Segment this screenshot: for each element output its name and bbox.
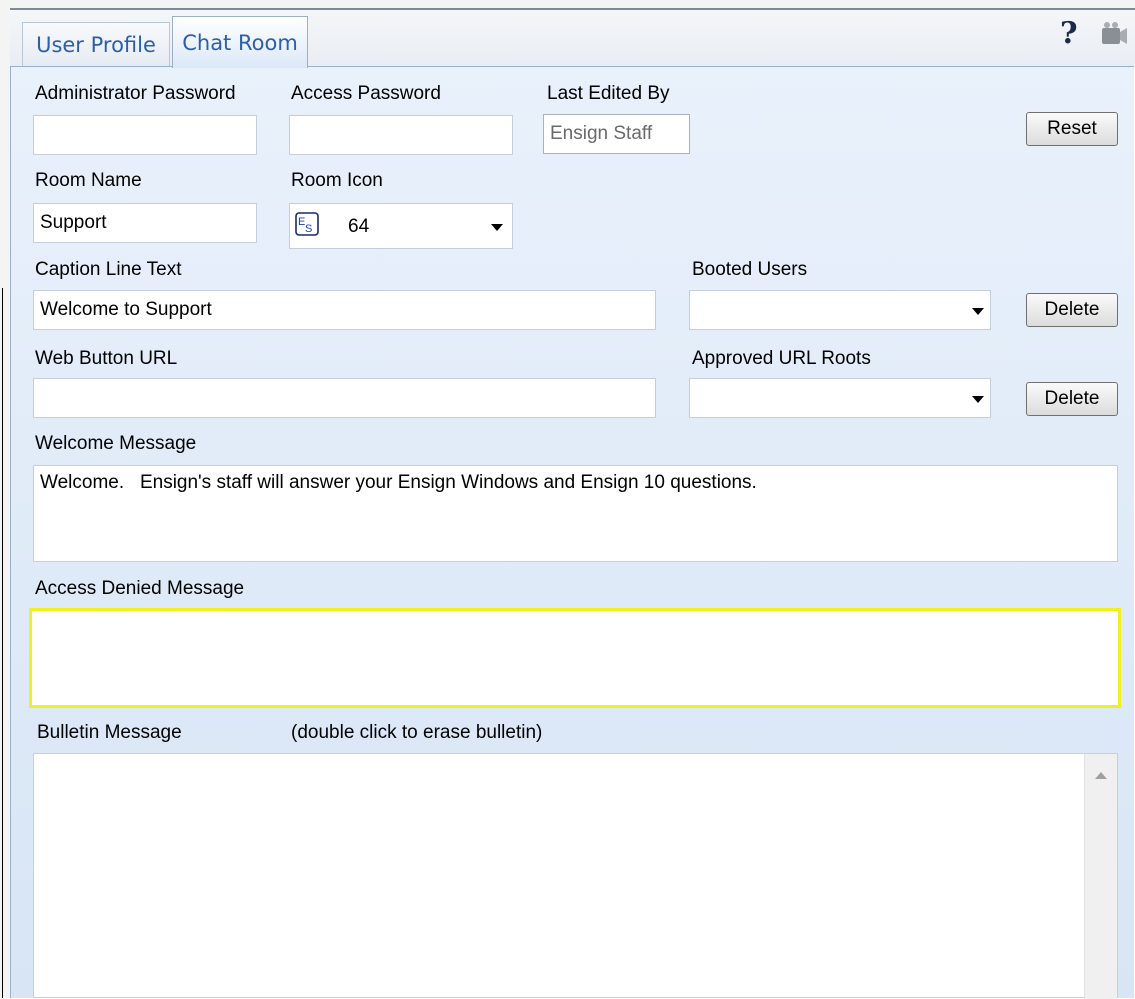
caption-line-field[interactable]: Welcome to Support [33, 290, 656, 330]
web-button-url-label: Web Button URL [35, 348, 178, 369]
window-frame-top [0, 0, 1135, 10]
chevron-down-icon [972, 396, 984, 403]
bulletin-message-textarea[interactable] [33, 753, 1118, 999]
last-edited-by-label: Last Edited By [547, 83, 670, 104]
tab-chat-room[interactable]: Chat Room [172, 16, 308, 68]
access-denied-message-textarea[interactable] [29, 608, 1121, 708]
access-password-field[interactable] [289, 115, 513, 155]
window-frame-left [0, 8, 10, 998]
svg-text:S: S [305, 223, 312, 235]
es-logo-icon: E S [295, 212, 319, 236]
tab-user-profile[interactable]: User Profile [22, 22, 170, 66]
access-denied-message-label: Access Denied Message [35, 578, 245, 599]
room-icon-value: 64 [348, 216, 370, 237]
bulletin-scrollbar[interactable] [1084, 754, 1117, 999]
caption-line-label: Caption Line Text [35, 259, 182, 280]
delete-url-root-button[interactable]: Delete [1026, 382, 1118, 416]
room-icon-label: Room Icon [291, 170, 383, 191]
welcome-message-textarea[interactable]: Welcome. Ensign's staff will answer your… [33, 465, 1118, 562]
web-button-url-field[interactable] [33, 378, 656, 418]
approved-url-roots-label: Approved URL Roots [692, 348, 871, 369]
booted-users-dropdown[interactable] [689, 290, 991, 330]
admin-password-field[interactable] [33, 115, 257, 155]
bulletin-message-label: Bulletin Message [37, 722, 182, 743]
room-name-field[interactable]: Support [33, 203, 257, 243]
camera-icon[interactable] [1098, 20, 1128, 48]
help-button[interactable]: ? [1060, 16, 1078, 51]
room-name-label: Room Name [35, 170, 142, 191]
chevron-down-icon [491, 224, 503, 231]
chevron-down-icon [972, 308, 984, 315]
approved-url-roots-dropdown[interactable] [689, 378, 991, 418]
room-icon-dropdown[interactable]: E S 64 [289, 203, 513, 249]
booted-users-label: Booted Users [692, 259, 808, 280]
last-edited-by-field: Ensign Staff [543, 114, 690, 154]
delete-booted-user-button[interactable]: Delete [1026, 293, 1118, 327]
admin-password-label: Administrator Password [35, 83, 236, 104]
bulletin-message-hint: (double click to erase bulletin) [291, 722, 543, 743]
scroll-up-icon[interactable] [1095, 772, 1107, 779]
welcome-message-label: Welcome Message [35, 433, 197, 454]
access-password-label: Access Password [291, 83, 441, 104]
reset-button[interactable]: Reset [1026, 112, 1118, 146]
